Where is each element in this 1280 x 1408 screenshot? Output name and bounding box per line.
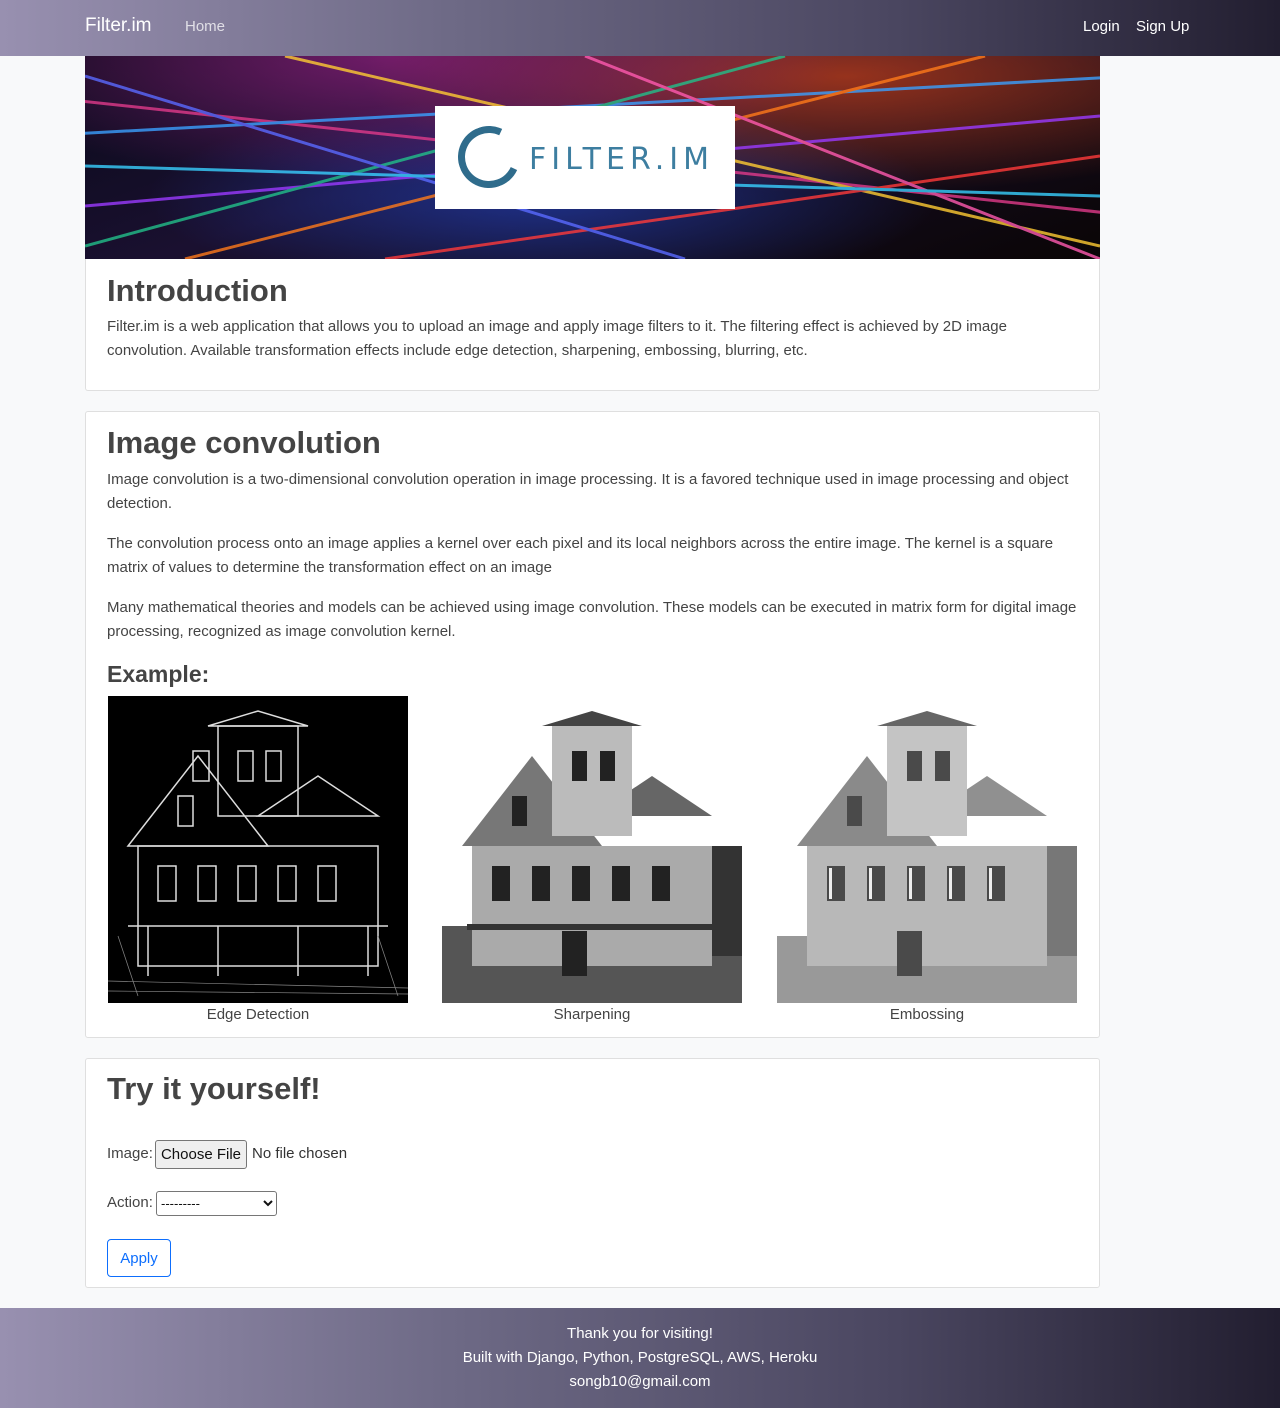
file-status-text: No file chosen	[252, 1145, 348, 1162]
convolution-paragraph-1: Image convolution is a two-dimensional c…	[107, 471, 1069, 512]
sharpening-caption: Sharpening	[553, 1006, 631, 1023]
footer-email[interactable]: songb10@gmail.com	[0, 1373, 1280, 1390]
nav-signup-link[interactable]: Sign Up	[1136, 18, 1189, 35]
embossing-image	[777, 696, 1077, 1003]
action-label: Action:	[107, 1194, 153, 1211]
convolution-paragraph-2: The convolution process onto an image ap…	[107, 535, 1054, 576]
logo-wordmark: FILTER.IM	[529, 142, 715, 177]
nav-home-link[interactable]: Home	[185, 18, 225, 35]
image-convolution-card: Image convolution Image convolution is a…	[85, 411, 1100, 1038]
action-select[interactable]: ---------	[156, 1191, 277, 1216]
introduction-card: Introduction Filter.im is a web applicat…	[85, 259, 1100, 391]
choose-file-button[interactable]: Choose File	[155, 1140, 247, 1169]
edge-detection-caption: Edge Detection	[206, 1006, 310, 1023]
convolution-title: Image convolution	[107, 425, 381, 460]
footer-thanks: Thank you for visiting!	[567, 1325, 713, 1342]
filter-im-logo: FILTER.IM	[435, 106, 735, 209]
apply-button[interactable]: Apply	[107, 1239, 171, 1277]
example-title: Example:	[107, 661, 210, 687]
nav-login-link[interactable]: Login	[1083, 18, 1120, 35]
embossing-caption: Embossing	[889, 1006, 965, 1023]
brand-link[interactable]: Filter.im	[85, 15, 152, 37]
logo-ring-icon	[449, 117, 529, 197]
sharpening-image	[442, 696, 742, 1003]
edge-detection-image	[108, 696, 408, 1003]
introduction-title: Introduction	[107, 273, 288, 308]
try-title: Try it yourself!	[107, 1071, 321, 1106]
footer: Thank you for visiting! Built with Djang…	[0, 1308, 1280, 1408]
try-it-card: Try it yourself! Image: Choose File No f…	[85, 1058, 1100, 1288]
hero-banner: FILTER.IM	[85, 56, 1100, 259]
convolution-paragraph-3: Many mathematical theories and models ca…	[107, 599, 1077, 640]
introduction-text: Filter.im is a web application that allo…	[107, 318, 1007, 359]
navbar: Filter.im Home Login Sign Up	[0, 0, 1280, 56]
image-label: Image:	[107, 1145, 153, 1162]
footer-tech-stack: Built with Django, Python, PostgreSQL, A…	[462, 1349, 818, 1366]
